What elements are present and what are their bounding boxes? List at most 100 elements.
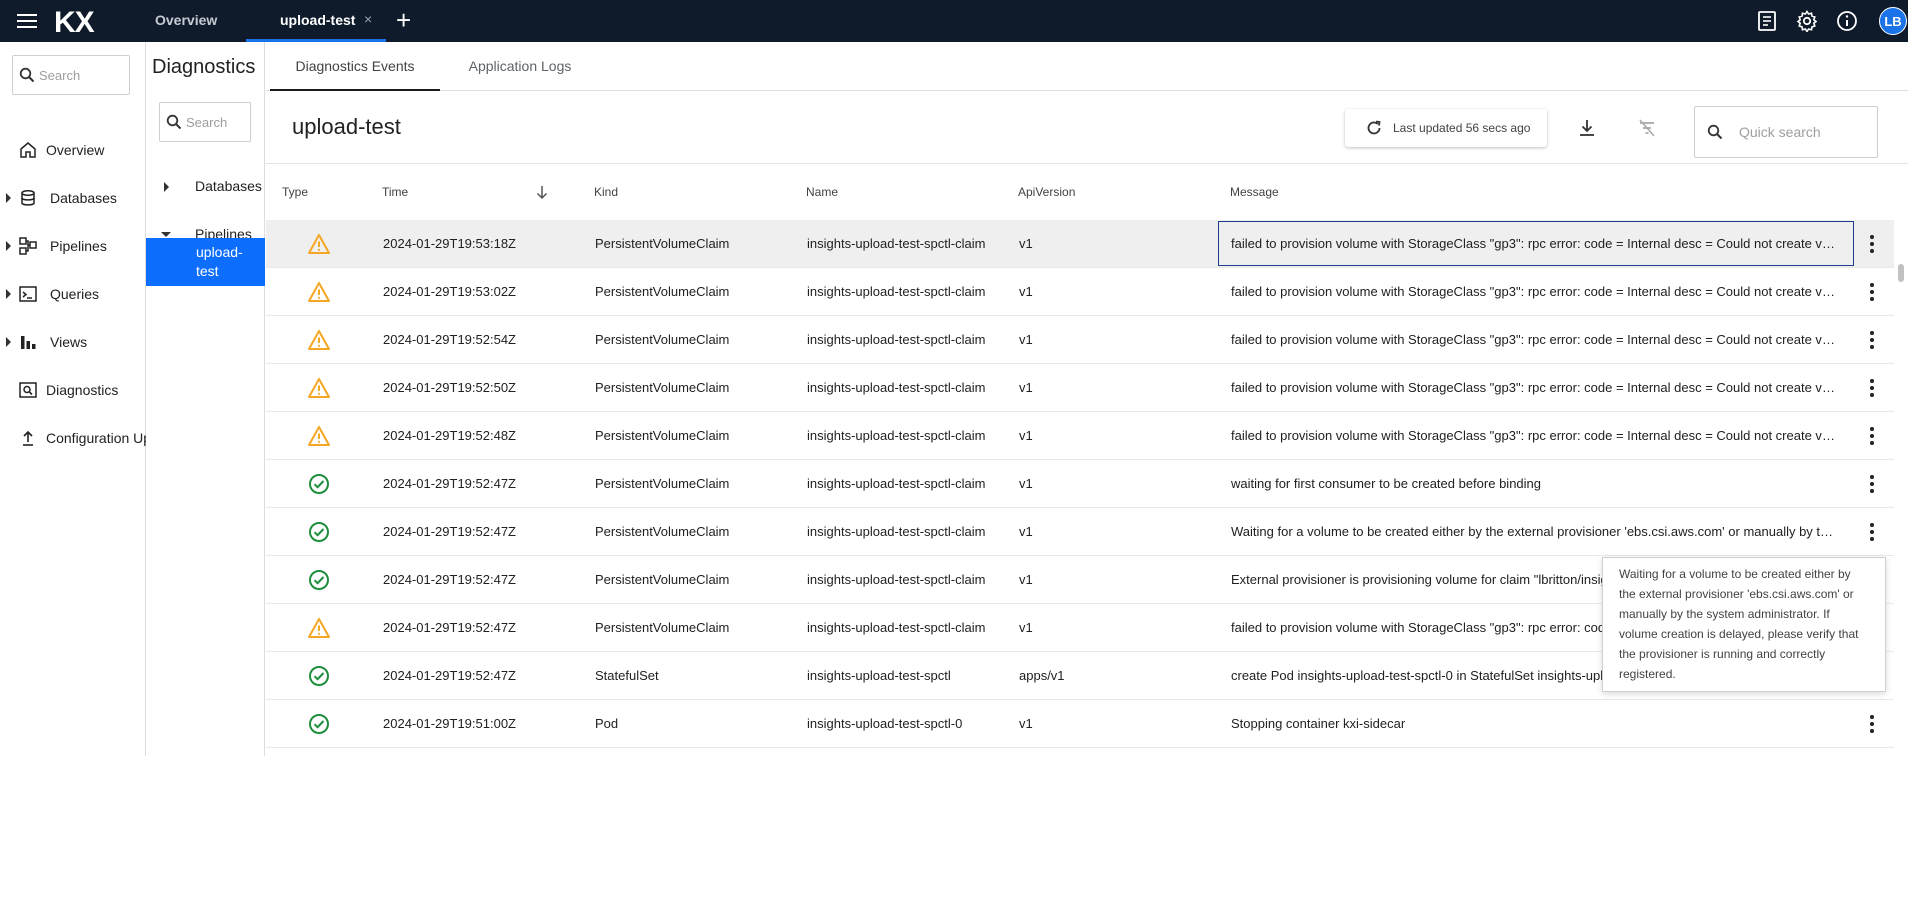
gear-icon[interactable] (1796, 10, 1818, 32)
scrollbar[interactable] (1894, 164, 1908, 704)
left-navigation: Overview Databases Pipelines Queries Vie… (0, 42, 146, 756)
more-options-icon[interactable] (1862, 521, 1882, 543)
nav-item-label: Databases (50, 190, 117, 206)
cell-kind: PersistentVolumeClaim (595, 380, 730, 395)
cell-name: insights-upload-test-spctl-claim (807, 524, 986, 539)
more-options-icon[interactable] (1862, 233, 1882, 255)
more-options-icon[interactable] (1862, 473, 1882, 495)
cell-message[interactable]: failed to provision volume with StorageC… (1231, 364, 1836, 412)
caret-right-icon[interactable] (6, 337, 11, 347)
search-icon (1707, 124, 1723, 140)
nav-item-pipelines[interactable]: Pipelines (0, 222, 146, 270)
more-options-icon[interactable] (1862, 377, 1882, 399)
more-options-icon[interactable] (1862, 329, 1882, 351)
column-header-time[interactable]: Time (382, 164, 408, 220)
add-tab-button[interactable]: + (396, 5, 411, 36)
cell-kind: StatefulSet (595, 668, 659, 683)
cell-message[interactable]: Stopping container kxi-sidecar (1231, 700, 1836, 748)
cell-time: 2024-01-29T19:52:54Z (383, 332, 516, 347)
nav-item-label: Diagnostics (46, 382, 119, 398)
subnav-item-upload-test[interactable]: upload-test (146, 238, 265, 286)
table-row[interactable]: 2024-01-29T19:52:47Z PersistentVolumeClai… (266, 460, 1894, 508)
cell-api: v1 (1019, 428, 1033, 443)
column-header-apiversion[interactable]: ApiVersion (1018, 164, 1075, 220)
quick-search-input[interactable] (1739, 107, 1867, 157)
cell-message[interactable]: waiting for first consumer to be created… (1231, 460, 1836, 508)
table-row[interactable]: 2024-01-29T19:52:47Z PersistentVolumeClai… (266, 508, 1894, 556)
subnav-search-input[interactable] (186, 103, 249, 141)
nav-item-views[interactable]: Views (0, 318, 146, 366)
nav-item-label: Overview (46, 142, 105, 158)
table-row[interactable]: 2024-01-29T19:52:48Z PersistentVolumeClai… (266, 412, 1894, 460)
cell-message[interactable]: failed to provision volume with StorageC… (1231, 268, 1836, 316)
cell-message[interactable]: failed to provision volume with StorageC… (1231, 316, 1836, 364)
table-row[interactable]: 2024-01-29T19:53:18Z PersistentVolumeClai… (266, 220, 1894, 268)
scrollbar-thumb[interactable] (1898, 264, 1904, 282)
table-header: Type Time Kind Name ApiVersion Message (266, 164, 1908, 220)
cell-kind: PersistentVolumeClaim (595, 284, 730, 299)
cell-message[interactable]: Waiting for a volume to be created eithe… (1231, 508, 1836, 556)
warning-icon (308, 618, 330, 638)
document-icon[interactable] (1756, 10, 1778, 32)
warning-icon (308, 234, 330, 254)
check-circle-icon (309, 666, 329, 686)
table-row[interactable]: 2024-01-29T19:52:50Z PersistentVolumeClai… (266, 364, 1894, 412)
cell-name: insights-upload-test-spctl-claim (807, 284, 986, 299)
diagnostics-icon (19, 382, 37, 398)
cell-kind: PersistentVolumeClaim (595, 620, 730, 635)
page-title: upload-test (292, 114, 401, 139)
table-row[interactable]: 2024-01-29T19:52:54Z PersistentVolumeClai… (266, 316, 1894, 364)
cell-name: insights-upload-test-spctl-claim (807, 572, 986, 587)
tab-application-logs[interactable]: Application Logs (440, 42, 600, 91)
caret-right-icon[interactable] (6, 241, 11, 251)
hamburger-menu-icon[interactable] (15, 10, 39, 32)
table-row[interactable]: 2024-01-29T19:51:00Z Pod insights-upload-t… (266, 700, 1894, 748)
cell-kind: PersistentVolumeClaim (595, 476, 730, 491)
table-row[interactable]: 2024-01-29T19:53:02Z PersistentVolumeClai… (266, 268, 1894, 316)
cell-api: v1 (1019, 236, 1033, 251)
column-header-name[interactable]: Name (806, 164, 838, 220)
cell-time: 2024-01-29T19:53:02Z (383, 284, 516, 299)
user-avatar[interactable]: LB (1879, 7, 1907, 35)
close-tab-icon[interactable]: × (364, 11, 372, 27)
cell-kind: PersistentVolumeClaim (595, 428, 730, 443)
column-header-message[interactable]: Message (1230, 164, 1279, 220)
subnav-group-databases[interactable]: Databases (146, 172, 265, 202)
cell-api: v1 (1019, 476, 1033, 491)
caret-right-icon[interactable] (6, 289, 11, 299)
cell-api: v1 (1019, 284, 1033, 299)
clear-filter-icon[interactable] (1636, 117, 1658, 139)
cell-time: 2024-01-29T19:53:18Z (383, 236, 516, 251)
kx-logo[interactable]: KX (54, 6, 95, 40)
info-icon[interactable] (1836, 10, 1858, 32)
cell-kind: PersistentVolumeClaim (595, 572, 730, 587)
nav-item-configuration-upload[interactable]: Configuration Upload (0, 414, 146, 462)
caret-right-icon[interactable] (164, 182, 169, 192)
column-header-type[interactable]: Type (282, 164, 308, 220)
tab-diagnostics-events[interactable]: Diagnostics Events (270, 42, 440, 91)
nav-item-label: Pipelines (50, 238, 107, 254)
nav-item-queries[interactable]: Queries (0, 270, 146, 318)
subnav-search[interactable] (159, 102, 251, 142)
column-header-kind[interactable]: Kind (594, 164, 618, 220)
nav-search[interactable] (12, 55, 130, 95)
cell-focus-outline (1218, 221, 1854, 266)
tab-overview[interactable]: Overview (155, 0, 217, 42)
nav-search-input[interactable] (39, 56, 121, 94)
download-icon[interactable] (1576, 117, 1598, 139)
top-bar: KX Overview upload-test × + LB (0, 0, 1908, 42)
more-options-icon[interactable] (1862, 425, 1882, 447)
sort-descending-icon[interactable] (535, 184, 549, 200)
nav-item-overview[interactable]: Overview (0, 126, 146, 174)
more-options-icon[interactable] (1862, 713, 1882, 735)
quick-search[interactable] (1694, 106, 1878, 158)
diagnostics-subnav: Diagnostics Databases Pipelines upload-t… (146, 42, 265, 756)
tab-upload-test[interactable]: upload-test (280, 0, 355, 42)
nav-item-diagnostics[interactable]: Diagnostics (0, 366, 146, 414)
refresh-button[interactable]: Last updated 56 secs ago (1345, 109, 1547, 147)
more-options-icon[interactable] (1862, 281, 1882, 303)
caret-down-icon[interactable] (161, 232, 171, 237)
cell-message[interactable]: failed to provision volume with StorageC… (1231, 412, 1836, 460)
nav-item-databases[interactable]: Databases (0, 174, 146, 222)
caret-right-icon[interactable] (6, 193, 11, 203)
